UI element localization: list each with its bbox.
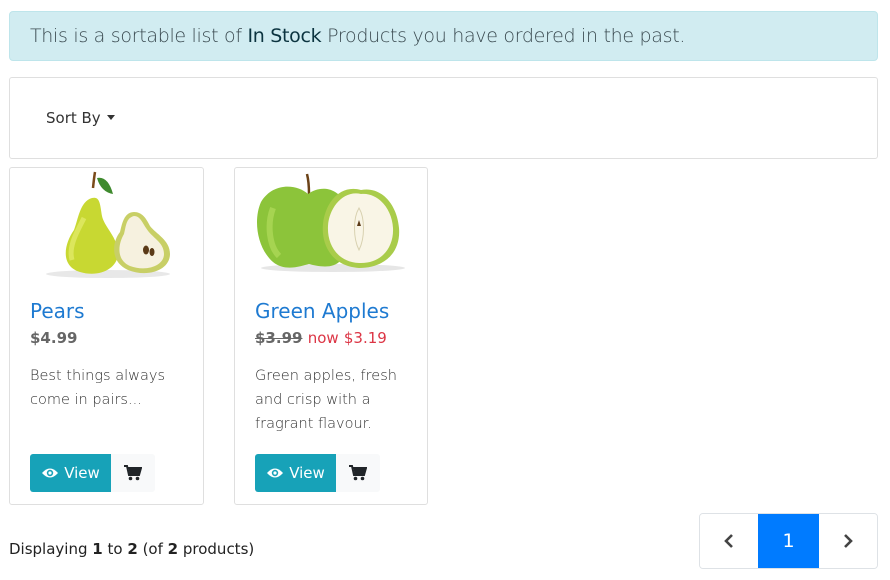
alert-suffix: Products you have ordered in the past. <box>321 25 686 47</box>
product-card: Green Apples $3.99 now $3.19 Green apple… <box>234 167 428 505</box>
summary-products: products) <box>182 540 255 558</box>
caret-down-icon <box>106 115 115 120</box>
results-summary: Displaying 1 to 2 (of 2 products) <box>9 540 254 558</box>
sort-panel: Sort By <box>9 77 878 159</box>
product-description: Green apples, fresh and crisp with a fra… <box>255 368 397 432</box>
eye-icon <box>42 468 59 478</box>
product-card: Pears $4.99 Best things always come in p… <box>9 167 204 505</box>
next-page-button[interactable] <box>818 514 877 568</box>
info-alert: This is a sortable list of In Stock Prod… <box>9 11 878 61</box>
chevron-right-icon <box>843 534 853 548</box>
add-to-cart-button[interactable] <box>111 454 155 492</box>
summary-total: 2 <box>167 540 179 558</box>
chevron-left-icon <box>724 534 734 548</box>
now-label: now <box>307 329 339 347</box>
product-price: $3.99 now $3.19 <box>255 329 387 347</box>
summary-from: 1 <box>92 540 103 558</box>
summary-to-word: to <box>107 540 123 558</box>
product-description: Best things always come in pairs... <box>30 368 166 408</box>
product-title[interactable]: Green Apples <box>255 299 389 323</box>
sort-by-dropdown[interactable]: Sort By <box>46 109 115 127</box>
view-button[interactable]: View <box>30 454 111 492</box>
pagination: 1 <box>699 513 878 569</box>
view-button[interactable]: View <box>255 454 336 492</box>
add-to-cart-button[interactable] <box>336 454 380 492</box>
product-title[interactable]: Pears <box>30 299 85 323</box>
product-price: $4.99 <box>30 329 78 347</box>
summary-to: 2 <box>127 540 138 558</box>
sale-price: $3.19 <box>343 329 387 347</box>
summary-of: (of <box>142 540 163 558</box>
page-1-button[interactable]: 1 <box>758 514 819 568</box>
alert-emphasis: In Stock <box>247 25 322 47</box>
eye-icon <box>267 468 284 478</box>
view-label: View <box>289 464 325 482</box>
apple-image <box>257 173 405 272</box>
summary-displaying: Displaying <box>9 540 88 558</box>
view-label: View <box>64 464 100 482</box>
cart-icon <box>124 465 142 481</box>
pear-image <box>46 171 170 278</box>
alert-prefix: This is a sortable list of <box>30 25 248 47</box>
sort-by-label: Sort By <box>46 109 101 127</box>
old-price: $3.99 <box>255 329 303 347</box>
cart-icon <box>349 465 367 481</box>
previous-page-button[interactable] <box>700 514 759 568</box>
